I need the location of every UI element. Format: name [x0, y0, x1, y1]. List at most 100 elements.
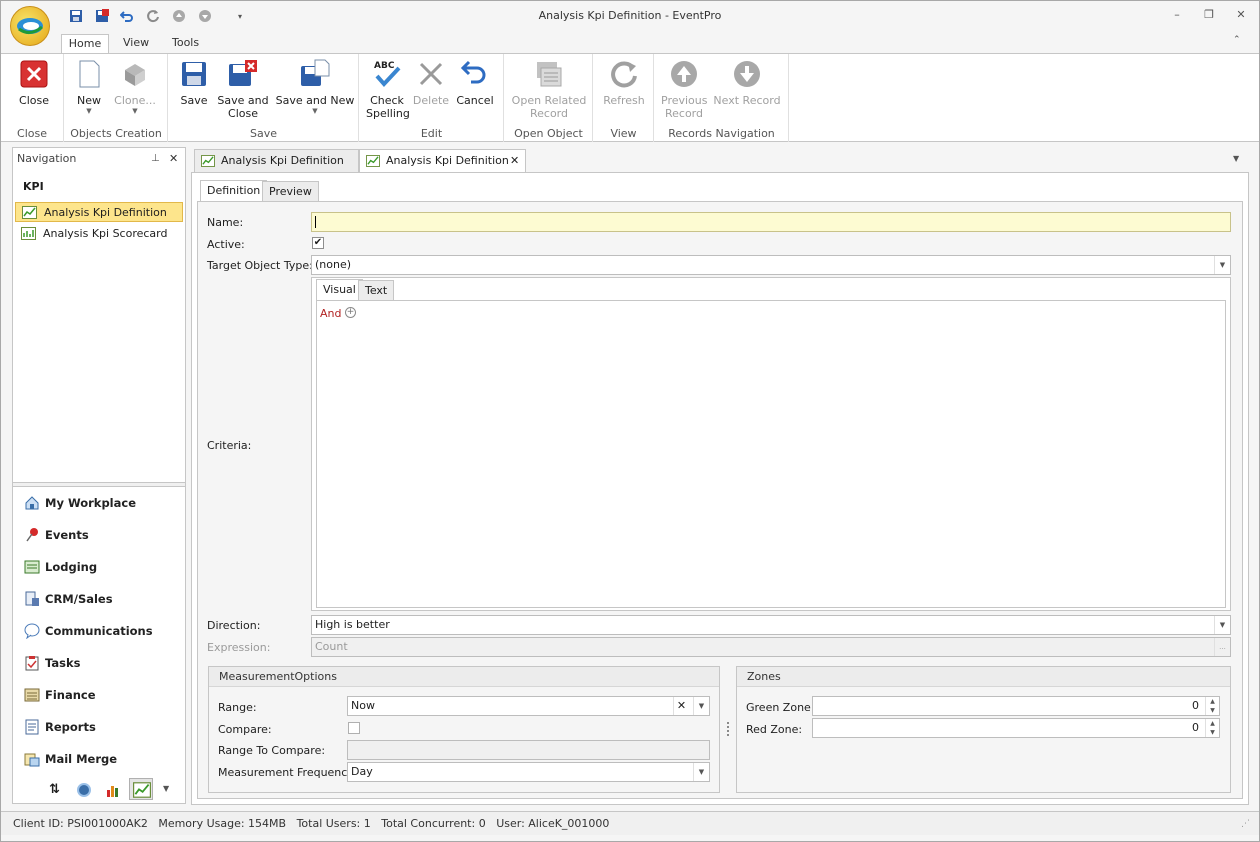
open-related-record-button[interactable]: Open Related Record	[511, 58, 587, 120]
target-object-type-select[interactable]: (none) ▼	[311, 255, 1231, 275]
tab-home[interactable]: Home	[61, 34, 109, 55]
clone-icon	[125, 64, 145, 86]
expression-label: Expression:	[207, 641, 271, 654]
configure-buttons-icon[interactable]: ▼	[163, 784, 169, 793]
doc-tab-2-active[interactable]: Analysis Kpi Definition ✕	[359, 149, 526, 174]
module-reports[interactable]: Reports	[13, 713, 185, 741]
app-logo-icon[interactable]	[10, 6, 50, 46]
module-shortcut-bar: ⇅ ▼	[13, 776, 185, 804]
tab-list-dropdown-icon[interactable]: ▼	[1233, 154, 1239, 163]
ribbon-group-objects-creation: New ▼ Clone... ▼ Objects Creation	[65, 54, 168, 142]
spin-buttons-icon[interactable]: ▲ ▼	[1205, 719, 1219, 737]
tab-definition[interactable]: Definition	[200, 180, 268, 202]
name-input[interactable]	[311, 212, 1231, 232]
compare-checkbox[interactable]	[348, 722, 360, 734]
doc-tab-1[interactable]: Analysis Kpi Definition	[194, 149, 359, 173]
close-window-icon[interactable]: ✕	[1233, 8, 1249, 22]
chevron-down-icon[interactable]: ▼	[693, 697, 709, 715]
ribbon-collapse-icon[interactable]: ⌃	[1233, 35, 1241, 45]
globe-icon[interactable]	[77, 783, 91, 797]
measurement-frequency-select[interactable]: Day ▼	[347, 762, 710, 782]
group-label-objects-creation: Objects Creation	[70, 127, 162, 140]
check-spelling-button[interactable]: ABC Check Spelling	[366, 58, 410, 120]
status-text: Client ID: PSI001000AK2 Memory Usage: 15…	[13, 817, 610, 830]
module-crm-sales[interactable]: CRM/Sales	[13, 585, 185, 613]
green-zone-spinner[interactable]: 0 ▲ ▼	[812, 696, 1220, 716]
ribbon-group-close: Close Close	[1, 54, 64, 142]
module-events[interactable]: Events	[13, 521, 185, 549]
criteria-editor: Visual Text And +	[311, 277, 1231, 611]
bar-chart-icon[interactable]	[105, 782, 121, 798]
pane-splitter[interactable]	[13, 482, 185, 487]
measurement-frequency-label: Measurement Frequency:	[218, 766, 357, 779]
save-close-button[interactable]: Save and Close	[217, 58, 269, 120]
criteria-tab-visual[interactable]: Visual	[316, 279, 363, 301]
zones-group: Zones Green Zone: 0 ▲ ▼ Red Zone: 0 ▲ ▼	[736, 666, 1231, 793]
chevron-down-icon[interactable]: ▼	[1214, 616, 1230, 634]
close-tab-icon[interactable]: ✕	[510, 150, 519, 172]
ribbon: Close Close New ▼ Clone... ▼ Objects Creat…	[1, 53, 1259, 142]
module-communications[interactable]: Communications	[13, 617, 185, 645]
group-label-records-navigation: Records Navigation	[668, 127, 775, 140]
minimize-icon[interactable]: –	[1169, 8, 1185, 22]
active-checkbox[interactable]: ✔	[312, 237, 324, 249]
module-finance[interactable]: Finance	[13, 681, 185, 709]
module-tasks[interactable]: Tasks	[13, 649, 185, 677]
ledger-icon	[24, 688, 40, 702]
restore-icon[interactable]: ❐	[1201, 8, 1217, 22]
red-zone-spinner[interactable]: 0 ▲ ▼	[812, 718, 1220, 738]
chevron-down-icon[interactable]: ▼	[693, 763, 709, 781]
kpi-shortcut[interactable]	[129, 778, 153, 800]
range-select[interactable]: Now ✕ ▼	[347, 696, 710, 716]
sort-icon[interactable]: ⇅	[49, 782, 60, 797]
clear-icon[interactable]: ✕	[673, 697, 689, 715]
delete-button[interactable]: Delete	[412, 58, 450, 107]
new-button[interactable]: New ▼	[71, 58, 107, 115]
previous-label-1: Previous	[661, 94, 708, 107]
cancel-label: Cancel	[456, 94, 494, 107]
group-label-close: Close	[17, 127, 47, 140]
report-icon	[25, 719, 39, 735]
red-zone-label: Red Zone:	[746, 723, 803, 736]
lodging-icon	[24, 560, 40, 574]
tab-tools[interactable]: Tools	[162, 34, 209, 54]
expression-input: Count...	[311, 637, 1231, 657]
save-button[interactable]: Save	[177, 58, 211, 107]
document-tabs: Analysis Kpi Definition Analysis Kpi Def…	[191, 147, 1249, 174]
range-label: Range:	[218, 701, 257, 714]
tab-preview[interactable]: Preview	[262, 181, 319, 202]
pin-icon[interactable]: ⊥	[151, 153, 160, 164]
definition-panel: Name: Active: ✔ Target Object Type: (non…	[197, 201, 1243, 799]
chevron-down-icon[interactable]: ▼	[1214, 256, 1230, 274]
module-lodging[interactable]: Lodging	[13, 553, 185, 581]
ribbon-group-open-object: Open Related Record Open Object	[505, 54, 593, 142]
previous-record-button[interactable]: Previous Record	[661, 58, 708, 120]
previous-icon	[671, 61, 697, 87]
criteria-and-operator[interactable]: And	[320, 307, 341, 320]
close-button[interactable]: Close	[13, 58, 55, 107]
mail-merge-icon	[24, 753, 40, 767]
criteria-canvas[interactable]: And +	[316, 300, 1226, 608]
kpi-chart-icon	[133, 782, 151, 798]
add-condition-icon[interactable]: +	[345, 307, 356, 318]
next-record-button[interactable]: Next Record	[713, 58, 781, 107]
module-mail-merge[interactable]: Mail Merge	[13, 745, 185, 773]
criteria-tab-text[interactable]: Text	[358, 280, 395, 301]
save-new-button[interactable]: Save and New ▼	[275, 58, 355, 115]
nav-item-kpi-definition[interactable]: Analysis Kpi Definition	[15, 202, 183, 222]
cancel-button[interactable]: Cancel	[455, 58, 495, 107]
group-splitter-icon[interactable]	[727, 722, 729, 736]
spin-buttons-icon[interactable]: ▲ ▼	[1205, 697, 1219, 715]
kpi-chart-icon	[201, 155, 215, 167]
nav-item-kpi-scorecard[interactable]: Analysis Kpi Scorecard	[15, 224, 183, 244]
delete-label: Delete	[412, 94, 450, 107]
close-pane-icon[interactable]: ✕	[169, 152, 178, 165]
close-icon	[20, 60, 48, 88]
clone-button[interactable]: Clone... ▼	[112, 58, 158, 115]
refresh-button[interactable]: Refresh	[600, 58, 648, 107]
save-close-icon	[229, 60, 257, 86]
module-my-workplace[interactable]: My Workplace	[13, 489, 185, 517]
tab-view[interactable]: View	[113, 34, 159, 54]
resize-grip-icon[interactable]: ⋰	[1241, 812, 1250, 836]
direction-select[interactable]: High is better ▼	[311, 615, 1231, 635]
